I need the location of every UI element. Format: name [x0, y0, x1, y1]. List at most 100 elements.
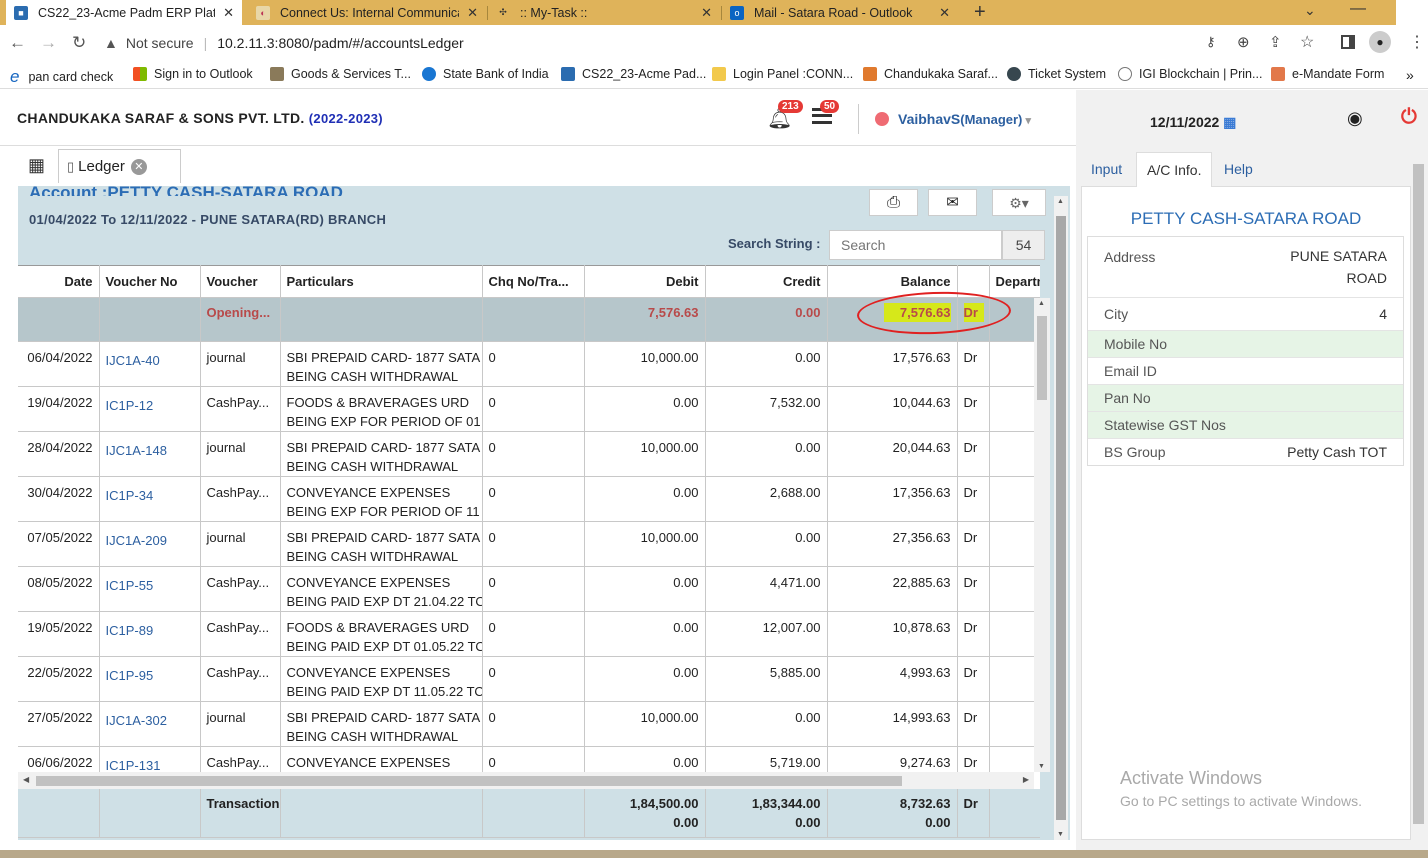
- email-button[interactable]: ✉: [928, 189, 977, 216]
- tab-input[interactable]: Input: [1081, 152, 1132, 186]
- reload-icon[interactable]: ↻: [72, 33, 86, 53]
- row-voucher-no[interactable]: IJC1A-148: [99, 431, 201, 477]
- calendar-icon[interactable]: ▦: [1219, 114, 1236, 130]
- scroll-thumb[interactable]: [36, 776, 902, 786]
- scroll-left-icon[interactable]: ◀: [23, 775, 29, 784]
- message-badge: 50: [820, 100, 840, 113]
- star-icon[interactable]: ☆: [1300, 32, 1314, 52]
- col-debit[interactable]: Debit: [584, 265, 706, 298]
- bookmark-gst[interactable]: Goods & Services T...: [270, 67, 411, 81]
- tab-ac-info[interactable]: A/C Info.: [1136, 152, 1213, 187]
- bookmark-login[interactable]: Login Panel :CONN...: [712, 67, 853, 81]
- new-tab-icon[interactable]: +: [974, 0, 986, 24]
- grid-menu-icon[interactable]: ▦: [28, 156, 45, 174]
- row-debit: 10,000.00: [584, 341, 706, 387]
- forward-icon[interactable]: →: [40, 33, 57, 53]
- col-chq[interactable]: Chq No/Tra...: [482, 265, 585, 298]
- table-horizontal-scrollbar[interactable]: ◀ ▶: [18, 772, 1034, 789]
- scroll-down-icon[interactable]: ▼: [1057, 831, 1064, 838]
- row-voucher-no[interactable]: IJC1A-302: [99, 701, 201, 747]
- row-voucher-no[interactable]: IC1P-95: [99, 656, 201, 702]
- more-bookmarks-icon[interactable]: »: [1406, 67, 1414, 83]
- search-input[interactable]: [829, 230, 1002, 260]
- menu-icon[interactable]: ⋮: [1409, 32, 1425, 52]
- scroll-thumb[interactable]: [1413, 164, 1424, 824]
- bookmark-igi[interactable]: IGI Blockchain | Prin...: [1118, 67, 1262, 81]
- profile-avatar[interactable]: ●: [1369, 31, 1391, 53]
- row-drcr: Dr: [957, 701, 990, 747]
- row-date: 08/05/2022: [18, 566, 100, 612]
- table-row[interactable]: 08/05/2022 IC1P-55 CashPay... CONVEYANCE EX…: [18, 566, 1040, 612]
- col-credit[interactable]: Credit: [705, 265, 828, 298]
- tab-search-icon[interactable]: ⌄: [1304, 2, 1316, 19]
- row-balance: 17,356.63: [827, 476, 958, 522]
- col-voucher[interactable]: Voucher: [200, 265, 281, 298]
- scroll-up-icon[interactable]: ▲: [1038, 300, 1045, 307]
- minimize-icon[interactable]: —: [1350, 0, 1366, 18]
- table-vertical-scrollbar[interactable]: ▲ ▼: [1034, 298, 1050, 772]
- print-button[interactable]: ⎙: [869, 189, 918, 216]
- scroll-thumb[interactable]: [1056, 216, 1066, 820]
- scroll-up-icon[interactable]: ▲: [1057, 198, 1064, 205]
- row-voucher-no[interactable]: IC1P-34: [99, 476, 201, 522]
- info-scrollbar[interactable]: [1411, 150, 1426, 840]
- key-icon[interactable]: ⚷: [1206, 34, 1216, 50]
- row-voucher-no[interactable]: IJC1A-209: [99, 521, 201, 567]
- table-row[interactable]: 07/05/2022 IJC1A-209 journal SBI PREPAID CA…: [18, 521, 1040, 567]
- zoom-icon[interactable]: ⊕: [1237, 33, 1250, 51]
- close-tab-icon[interactable]: ✕: [939, 5, 950, 21]
- share-icon[interactable]: ⇪: [1269, 33, 1282, 51]
- row-voucher-no[interactable]: IJC1A-40: [99, 341, 201, 387]
- table-row[interactable]: 06/04/2022 IJC1A-40 journal SBI PREPAID CAR…: [18, 341, 1040, 387]
- settings-button[interactable]: ⚙▾: [992, 189, 1046, 216]
- bookmark-erp[interactable]: CS22_23-Acme Pad...: [561, 67, 706, 81]
- col-voucher-no[interactable]: Voucher No: [99, 265, 201, 298]
- sidepanel-icon[interactable]: [1341, 35, 1355, 49]
- col-date[interactable]: Date: [18, 265, 100, 298]
- scroll-right-icon[interactable]: ▶: [1023, 775, 1029, 784]
- row-voucher-no[interactable]: IC1P-55: [99, 566, 201, 612]
- bookmark-sbi[interactable]: State Bank of India: [422, 67, 549, 81]
- row-voucher-no[interactable]: IC1P-12: [99, 386, 201, 432]
- table-row[interactable]: 30/04/2022 IC1P-34 CashPay... CONVEYANCE EX…: [18, 476, 1040, 522]
- back-icon[interactable]: ←: [9, 33, 26, 53]
- browser-tab-erp[interactable]: ■ CS22_23-Acme Padm ERP Platfor ✕: [6, 0, 242, 25]
- bookmark-chandukaka[interactable]: Chandukaka Saraf...: [863, 67, 998, 81]
- bookmark-ticket[interactable]: Ticket System: [1007, 67, 1106, 81]
- total-drcr: Dr: [957, 789, 990, 838]
- browser-tab-mytask[interactable]: ✣ :: My-Task :: ✕: [488, 0, 720, 25]
- bookmark-outlook[interactable]: Sign in to Outlook: [133, 67, 253, 81]
- col-particulars[interactable]: Particulars: [280, 265, 483, 298]
- col-department[interactable]: Departme: [989, 265, 1040, 298]
- user-menu[interactable]: VaibhavS(Manager) ▾: [898, 111, 1031, 127]
- browser-tab-outlook[interactable]: o Mail - Satara Road - Outlook ✕: [722, 0, 958, 25]
- close-tab-icon[interactable]: ✕: [223, 5, 234, 21]
- bookmark-pan[interactable]: e pan card check: [10, 67, 113, 87]
- row-department: [989, 611, 1040, 657]
- table-row[interactable]: 19/05/2022 IC1P-89 CashPay... FOODS & BRAVE…: [18, 611, 1040, 657]
- row-voucher-no[interactable]: IC1P-89: [99, 611, 201, 657]
- table-row[interactable]: 27/05/2022 IJC1A-302 journal SBI PREPAID CA…: [18, 701, 1040, 747]
- power-icon[interactable]: ⏻: [1401, 106, 1417, 129]
- panel-scrollbar[interactable]: ▲ ▼: [1054, 196, 1068, 840]
- scroll-down-icon[interactable]: ▼: [1038, 763, 1045, 770]
- total-debit: 1,84,500.00 0.00: [584, 789, 706, 838]
- row-department: [989, 566, 1040, 612]
- tab-help[interactable]: Help: [1214, 152, 1263, 186]
- browser-tab-connect[interactable]: ◐ Connect Us: Internal Communica ✕: [248, 0, 486, 25]
- scroll-thumb[interactable]: [1037, 316, 1047, 400]
- close-tab-icon[interactable]: ✕: [130, 158, 147, 175]
- table-row[interactable]: 19/04/2022 IC1P-12 CashPay... FOODS & BRAVE…: [18, 386, 1040, 432]
- table-row[interactable]: 22/05/2022 IC1P-95 CashPay... CONVEYANCE EX…: [18, 656, 1040, 702]
- table-row[interactable]: 28/04/2022 IJC1A-148 journal SBI PREPAID CA…: [18, 431, 1040, 477]
- login-icon: [712, 67, 726, 81]
- close-tab-icon[interactable]: ✕: [467, 5, 478, 21]
- tab-ledger[interactable]: ▯ Ledger ✕: [58, 149, 181, 183]
- current-date[interactable]: 12/11/2022 ▦: [1150, 114, 1236, 131]
- close-tab-icon[interactable]: ✕: [701, 5, 712, 21]
- bookmark-emandate[interactable]: e-Mandate Form: [1271, 67, 1384, 81]
- row-drcr: Dr: [957, 521, 990, 567]
- row-credit: 0.00: [705, 341, 828, 387]
- hide-eye-icon[interactable]: ◉: [1347, 108, 1363, 129]
- url-bar[interactable]: ▲ Not secure | 10.2.11.3:8080/padm/#/acc…: [104, 31, 1194, 55]
